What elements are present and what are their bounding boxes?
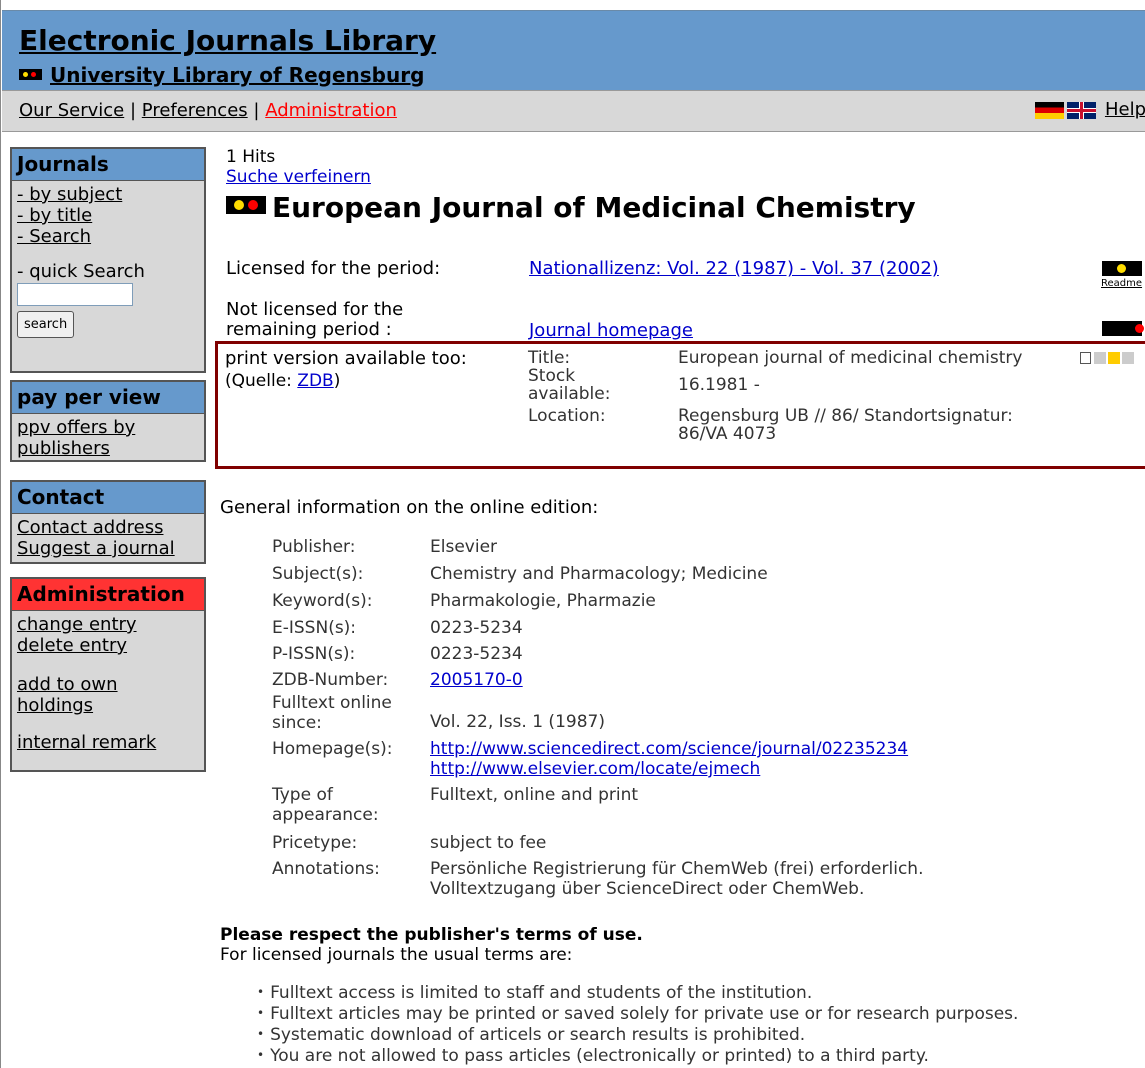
traffic-light-yellow-icon [1102,261,1142,276]
quick-search-input[interactable] [17,283,133,306]
nav-preferences[interactable]: Preferences [142,100,248,121]
terms-list: Fulltext access is limited to staff and … [257,983,1018,1067]
print-version-label: print version available too: [225,348,467,369]
sidebar-item-by-title[interactable]: - by title [17,205,199,226]
top-nav: Our Service | Preferences | Administrati… [2,90,1145,132]
sidebar-ppv: pay per view ppv offers by publishers [10,380,206,462]
nav-administration[interactable]: Administration [265,100,397,121]
print-version-box: print version available too: (Quelle: ZD… [215,341,1145,469]
traffic-light-icon [19,69,42,80]
sidebar-item-by-subject[interactable]: - by subject [17,184,199,205]
help-link[interactable]: Help [1105,99,1145,120]
list-item: Systematic download of articels or searc… [257,1025,1018,1046]
licensed-period-link[interactable]: Nationallizenz: Vol. 22 (1987) - Vol. 37… [529,258,939,279]
quick-search-button[interactable]: search [17,311,75,338]
list-item: Fulltext articles may be printed or save… [257,1004,1018,1025]
licensed-label: Licensed for the period: [226,258,441,279]
journal-homepage-link[interactable]: Journal homepage [529,320,693,341]
document-icon[interactable] [1080,352,1091,364]
homepage-link-sciencedirect[interactable]: http://www.sciencedirect.com/science/jou… [430,739,1130,759]
status-gray-icon [1094,352,1106,364]
sidebar-item-change-entry[interactable]: change entry [17,614,199,635]
sidebar-journals-title: Journals [12,149,204,181]
site-title[interactable]: Electronic Journals Library [19,24,436,57]
traffic-light-icon [226,196,266,214]
sidebar-journals: Journals - by subject - by title - Searc… [10,147,206,373]
uk-flag-icon[interactable] [1067,101,1097,119]
list-item: You are not allowed to pass articles (el… [257,1046,1018,1067]
zdb-number-link[interactable]: 2005170-0 [430,670,1130,690]
homepage-link-elsevier[interactable]: http://www.elsevier.com/locate/ejmech [430,759,1130,779]
sidebar-item-search[interactable]: - Search [17,226,199,247]
sidebar-item-delete-entry[interactable]: delete entry [17,635,199,656]
sidebar-admin-title: Administration [12,579,204,611]
quick-search-label: - quick Search [17,261,145,282]
refine-search-link[interactable]: Suche verfeinern [226,167,371,187]
sidebar-contact: Contact Contact address Suggest a journa… [10,480,206,564]
terms-intro: For licensed journals the usual terms ar… [220,945,573,965]
sidebar-contact-title: Contact [12,482,204,514]
zdb-link[interactable]: ZDB [297,371,333,391]
terms-section: Please respect the publisher's terms of … [220,925,1018,1066]
main-content: 1 Hits Suche verfeinern European Journal… [226,148,1145,224]
sidebar-item-suggest-journal[interactable]: Suggest a journal [17,538,199,559]
page: Electronic Journals Library University L… [0,0,1145,1068]
sidebar-item-internal-remark[interactable]: internal remark [17,732,199,753]
sidebar-item-add-holdings[interactable]: add to own holdings [17,674,147,716]
site-header: Electronic Journals Library University L… [2,10,1145,90]
print-source: (Quelle: ZDB) [225,371,341,391]
hit-count: 1 Hits [226,147,276,167]
not-licensed-row: Not licensed for the remaining period : J… [226,300,1145,342]
general-info-heading: General information on the online editio… [220,497,599,518]
german-flag-icon[interactable] [1035,101,1065,119]
sidebar-item-ppv-offers[interactable]: ppv offers by publishers [17,417,157,459]
not-licensed-label: Not licensed for the remaining period : [226,299,404,340]
sidebar-item-contact-address[interactable]: Contact address [17,517,199,538]
traffic-light-red-icon [1102,321,1144,336]
readme-link[interactable]: Readme [1101,278,1142,289]
list-item: Fulltext access is limited to staff and … [257,983,1018,1004]
status-gray-icon [1122,352,1134,364]
licensed-row: Licensed for the period: Nationallizenz:… [226,258,1145,282]
sidebar-ppv-title: pay per view [12,382,204,414]
site-subtitle[interactable]: University Library of Regensburg [19,63,424,87]
terms-heading: Please respect the publisher's terms of … [220,925,643,945]
journal-title: European Journal of Medicinal Chemistry [226,191,1145,224]
sidebar-admin: Administration change entry delete entry… [10,577,206,772]
nav-our-service[interactable]: Our Service [19,100,124,121]
status-yellow-icon [1108,352,1120,364]
